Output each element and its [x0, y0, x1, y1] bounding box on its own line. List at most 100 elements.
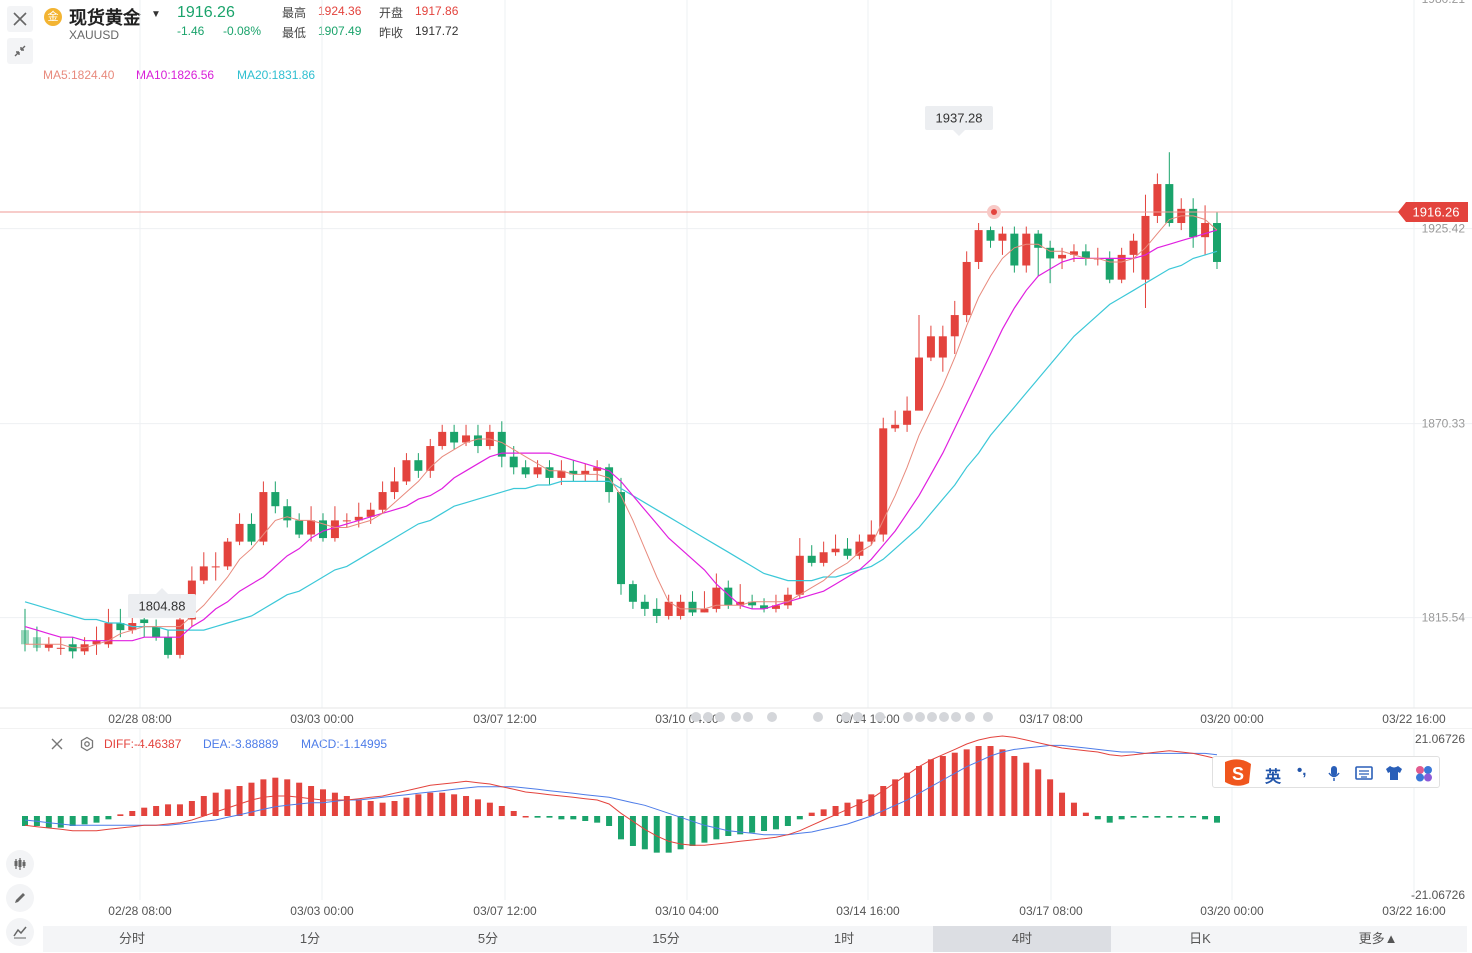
microphone-icon[interactable]	[1327, 765, 1341, 782]
candle	[521, 460, 530, 478]
current-price-label: 1916.26	[1413, 205, 1460, 220]
macd-bar	[1178, 816, 1185, 818]
candle	[950, 300, 959, 354]
macd-bar	[951, 752, 958, 816]
candle	[986, 226, 995, 248]
svg-text:S: S	[1232, 764, 1244, 784]
tab-15min[interactable]: 15分	[577, 926, 755, 952]
macd-bar	[343, 796, 350, 816]
macd-bar	[439, 792, 446, 816]
tab-5min[interactable]: 5分	[399, 926, 577, 952]
macd-bar	[57, 816, 64, 828]
tab-daily[interactable]: 日K	[1111, 926, 1289, 952]
candle	[545, 460, 554, 485]
macd-time-axis-label: 03/20 00:00	[1200, 904, 1264, 918]
candle	[21, 608, 29, 652]
price-axis-label: 1815.54	[1422, 611, 1466, 625]
macd-bar	[1035, 769, 1042, 816]
macd-bar	[975, 746, 982, 816]
macd-bar	[427, 792, 434, 816]
candle	[295, 513, 304, 539]
tab-4hour[interactable]: 4时	[933, 926, 1111, 952]
candle	[438, 424, 447, 450]
tab-1hour[interactable]: 1时	[755, 926, 933, 952]
macd-bar	[892, 779, 899, 816]
macd-bar	[522, 816, 529, 818]
time-axis-label: 03/20 00:00	[1200, 712, 1264, 726]
macd-bar	[105, 816, 112, 820]
tab-1min[interactable]: 1分	[221, 926, 399, 952]
ime-punct[interactable]: •,	[1297, 762, 1306, 779]
candle	[235, 513, 244, 546]
macd-bar	[1190, 816, 1197, 818]
macd-bar	[1059, 792, 1066, 816]
candle	[402, 453, 411, 485]
candle	[1034, 230, 1043, 277]
macd-bar	[200, 796, 207, 816]
candle	[283, 499, 292, 528]
candle	[211, 552, 220, 581]
macd-bar	[272, 777, 279, 816]
candle	[962, 251, 971, 323]
candle	[760, 598, 769, 613]
tab-more[interactable]: 更多▲	[1289, 926, 1467, 952]
candle	[891, 410, 900, 432]
candle	[259, 481, 268, 546]
sogou-logo-icon: S	[1225, 759, 1251, 786]
macd-bar	[22, 816, 28, 826]
candle	[903, 396, 912, 432]
period-tabs: 分时 1分 5分 15分 1时 4时 日K 更多▲	[43, 926, 1467, 952]
macd-time-axis-label: 03/22 16:00	[1382, 904, 1446, 918]
price-chart[interactable]: 1925.42 1870.33 1815.54 1980.21 1916.26 193…	[0, 0, 1472, 730]
candle	[1153, 173, 1162, 224]
price-axis-label-top: 1980.21	[1422, 0, 1466, 6]
ime-toolbar[interactable]: S 英 •,	[1212, 756, 1440, 788]
macd-bar	[1202, 816, 1209, 820]
price-axis-label: 1870.33	[1422, 417, 1466, 431]
candle	[771, 594, 780, 613]
macd-bar	[403, 797, 410, 816]
candle	[414, 453, 423, 478]
candle	[640, 594, 649, 616]
macd-bar	[117, 814, 124, 816]
macd-bar	[618, 816, 624, 840]
macd-bar	[1154, 816, 1161, 818]
candle	[843, 538, 852, 560]
macd-bar	[594, 816, 601, 823]
toolbox-icon[interactable]	[1415, 765, 1433, 782]
macd-bar	[391, 801, 398, 816]
macd-bar	[510, 811, 517, 816]
macd-bar	[1106, 816, 1113, 823]
macd-bar	[45, 816, 52, 828]
candle	[795, 538, 804, 599]
indicator-button[interactable]	[6, 850, 34, 878]
macd-bar	[355, 799, 362, 816]
candlestick-icon	[14, 858, 26, 870]
macd-bar	[1214, 816, 1220, 823]
macd-bar	[284, 779, 291, 816]
macd-bar	[749, 816, 756, 833]
candle	[974, 223, 983, 270]
macd-bar	[486, 802, 493, 816]
draw-button[interactable]	[6, 884, 34, 912]
macd-bar	[296, 782, 303, 816]
keyboard-icon[interactable]	[1355, 766, 1373, 780]
candle	[1213, 212, 1221, 270]
trend-tool-button[interactable]	[6, 918, 34, 946]
candle	[390, 467, 399, 500]
macd-time-axis: 02/28 08:00 03/03 00:00 03/07 12:00 03/10 0…	[108, 904, 1446, 918]
candle	[199, 552, 208, 585]
macd-bar	[498, 806, 505, 816]
tab-timeshare[interactable]: 分时	[43, 926, 221, 952]
macd-bar	[772, 816, 779, 830]
macd-bar	[1094, 816, 1101, 820]
pencil-icon	[15, 893, 25, 903]
skin-shirt-icon[interactable]	[1385, 765, 1403, 781]
macd-bar	[570, 816, 577, 820]
candle	[926, 325, 935, 362]
macd-bar	[129, 811, 136, 816]
ime-lang[interactable]: 英	[1265, 763, 1281, 787]
price-axis: 1925.42 1870.33 1815.54 1980.21	[1422, 0, 1466, 625]
macd-bar	[916, 766, 922, 816]
candle	[426, 438, 435, 478]
